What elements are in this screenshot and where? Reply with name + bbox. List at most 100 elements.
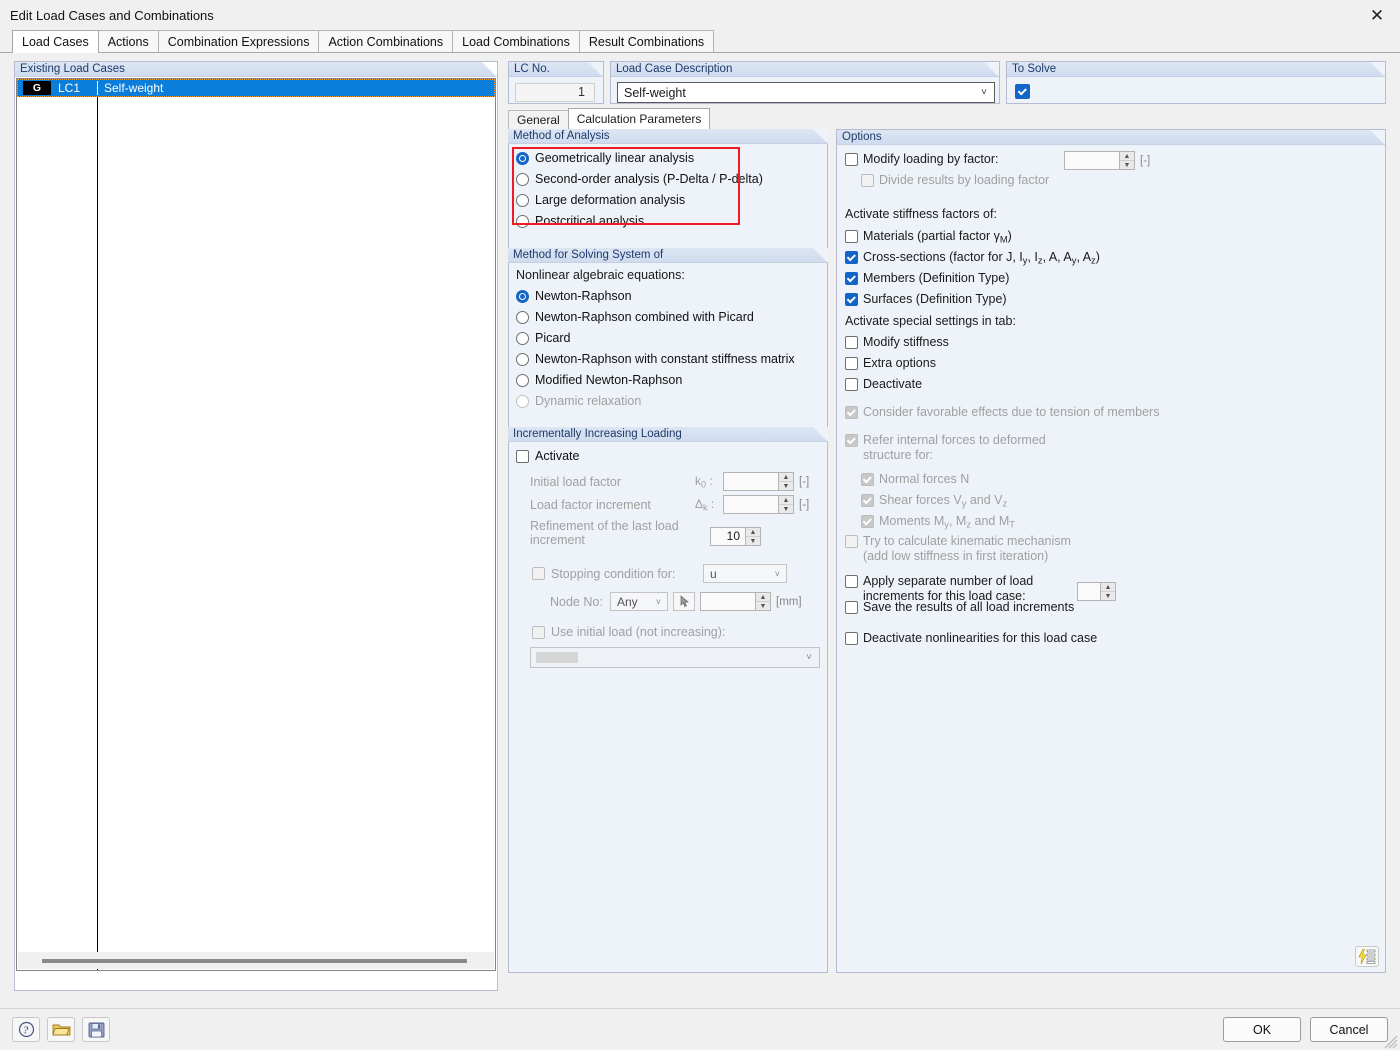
spin-up-icon: ▲ xyxy=(1120,152,1134,161)
radio-geometrically-linear[interactable]: Geometrically linear analysis xyxy=(516,151,763,172)
method-of-analysis-caption: Method of Analysis xyxy=(508,129,828,144)
spin-up-icon: ▲ xyxy=(779,496,793,505)
refinement-spinner[interactable]: 10 ▲ ▼ xyxy=(710,527,761,546)
extra-options-checkbox[interactable] xyxy=(845,356,858,370)
surfaces-checkbox[interactable] xyxy=(845,292,858,306)
modify-stiffness-checkbox[interactable] xyxy=(845,335,858,349)
spin-up-icon: ▲ xyxy=(756,593,770,602)
save-results-label: Save the results of all load increments xyxy=(863,600,1075,614)
existing-load-cases-caption: Existing Load Cases xyxy=(15,62,497,77)
modify-stiffness-label: Modify stiffness xyxy=(863,335,949,349)
resize-grip-icon[interactable] xyxy=(1384,1035,1398,1049)
tab-action-combinations[interactable]: Action Combinations xyxy=(318,30,454,52)
load-case-description-value: Self-weight xyxy=(624,85,686,100)
tab-result-combinations[interactable]: Result Combinations xyxy=(578,30,715,52)
separate-increments-spinner[interactable]: ▲ ▼ xyxy=(1077,582,1116,601)
load-factor-increment-spinner[interactable]: ▲ ▼ xyxy=(723,495,794,514)
radio-label: Second-order analysis (P-Delta / P-delta… xyxy=(535,172,763,186)
modify-loading-value-row: ▲ ▼ [-] xyxy=(1064,151,1150,170)
radio-newton-raphson[interactable]: Newton-Raphson xyxy=(516,289,795,310)
use-initial-load-checkbox[interactable] xyxy=(532,625,545,639)
stiffness-cross-sections-row[interactable]: Cross-sections (factor for J, Iy, Iz, A,… xyxy=(845,250,1100,265)
modify-loading-checkbox[interactable] xyxy=(845,152,858,166)
node-no-combo[interactable]: Any ˅ xyxy=(610,592,668,611)
radio-label: Newton-Raphson with constant stiffness m… xyxy=(535,352,795,366)
lightning-list-icon[interactable] xyxy=(1355,946,1379,967)
horizontal-scrollbar[interactable] xyxy=(18,952,494,969)
table-row[interactable]: G LC1 Self-weight xyxy=(17,79,495,97)
pick-node-icon[interactable] xyxy=(673,592,695,611)
deactivate-checkbox[interactable] xyxy=(845,377,858,391)
radio-label: Large deformation analysis xyxy=(535,193,686,207)
separate-increments-checkbox[interactable] xyxy=(845,575,858,588)
tab-actions[interactable]: Actions xyxy=(97,30,159,52)
radio-postcritical[interactable]: Postcritical analysis xyxy=(516,214,763,235)
incremental-loading-caption: Incrementally Increasing Loading xyxy=(508,427,828,442)
stopping-condition-checkbox[interactable] xyxy=(532,567,545,580)
extra-options-row[interactable]: Extra options xyxy=(845,356,936,370)
tab-load-cases[interactable]: Load Cases xyxy=(12,30,99,53)
cross-sections-checkbox[interactable] xyxy=(845,251,858,265)
radio-label: Newton-Raphson xyxy=(535,289,632,303)
scrollbar-thumb[interactable] xyxy=(42,958,467,963)
modify-loading-spinner[interactable]: ▲ ▼ xyxy=(1064,151,1135,170)
close-icon[interactable]: ✕ xyxy=(1354,0,1400,31)
stiffness-surfaces-row[interactable]: Surfaces (Definition Type) xyxy=(845,292,1007,306)
save-results-checkbox[interactable] xyxy=(845,600,858,614)
deactivate-nonlinearities-checkbox[interactable] xyxy=(845,631,858,645)
use-initial-load-label: Use initial load (not increasing): xyxy=(551,625,726,639)
load-case-description-combo[interactable]: Self-weight ˅ xyxy=(617,82,995,103)
materials-checkbox[interactable] xyxy=(845,230,858,244)
lc-no-field[interactable]: 1 xyxy=(515,83,595,102)
separate-increments-value-row: ▲ ▼ xyxy=(1077,582,1116,603)
shear-forces-checkbox xyxy=(861,494,874,508)
radio-dot-icon xyxy=(516,194,529,207)
cross-sections-label: Cross-sections (factor for J, Iy, Iz, A,… xyxy=(863,250,1100,266)
stiffness-materials-row[interactable]: Materials (partial factor γM) xyxy=(845,229,1012,244)
node-no-value: Any xyxy=(617,594,638,609)
tab-combination-expressions[interactable]: Combination Expressions xyxy=(157,30,320,52)
stopping-condition-row[interactable]: Stopping condition for: u ˅ xyxy=(532,564,822,583)
initial-load-factor-spinner[interactable]: ▲ ▼ xyxy=(723,472,794,491)
radio-large-deformation[interactable]: Large deformation analysis xyxy=(516,193,763,214)
modify-stiffness-row[interactable]: Modify stiffness xyxy=(845,335,949,349)
radio-newton-raphson-picard[interactable]: Newton-Raphson combined with Picard xyxy=(516,310,795,331)
to-solve-caption: To Solve xyxy=(1007,62,1385,77)
members-checkbox[interactable] xyxy=(845,271,858,285)
stopping-condition-value: u xyxy=(710,566,717,581)
load-cases-list[interactable]: G LC1 Self-weight xyxy=(16,78,496,971)
refer-internal-forces-label: Refer internal forces to deformed struct… xyxy=(863,433,1046,462)
save-results-row[interactable]: Save the results of all load increments xyxy=(845,600,1074,614)
help-icon[interactable]: ? xyxy=(12,1017,40,1042)
activate-incremental-loading-row[interactable]: Activate xyxy=(516,449,579,463)
use-initial-load-combo[interactable]: ˅ xyxy=(530,647,820,668)
favorable-effects-row: Consider favorable effects due to tensio… xyxy=(845,405,1159,419)
deactivate-row[interactable]: Deactivate xyxy=(845,377,922,391)
divide-results-row[interactable]: Divide results by loading factor xyxy=(861,173,1049,187)
refinement-row: Refinement of the last load increment 10… xyxy=(530,519,820,547)
stiffness-members-row[interactable]: Members (Definition Type) xyxy=(845,271,1009,285)
tab-load-combinations[interactable]: Load Combinations xyxy=(452,30,580,52)
tab-general[interactable]: General xyxy=(508,110,569,129)
stopping-condition-combo[interactable]: u ˅ xyxy=(703,564,787,583)
initial-load-factor-symbol: k0 : xyxy=(695,473,713,490)
open-folder-icon[interactable] xyxy=(47,1017,75,1042)
radio-second-order[interactable]: Second-order analysis (P-Delta / P-delta… xyxy=(516,172,763,193)
node-no-value-spinner[interactable]: ▲ ▼ xyxy=(700,592,771,611)
activate-checkbox[interactable] xyxy=(516,449,529,463)
load-factor-increment-row: Load factor increment Δk : ▲ ▼ [-] xyxy=(530,495,820,514)
spin-down-icon: ▼ xyxy=(759,602,767,610)
stopping-condition-label: Stopping condition for: xyxy=(551,566,676,581)
cancel-button[interactable]: Cancel xyxy=(1310,1017,1388,1042)
ok-button[interactable]: OK xyxy=(1223,1017,1301,1042)
normal-forces-label: Normal forces N xyxy=(879,472,970,486)
divide-results-checkbox[interactable] xyxy=(861,173,874,187)
save-disk-icon[interactable] xyxy=(82,1017,110,1042)
radio-newton-raphson-constant-stiffness[interactable]: Newton-Raphson with constant stiffness m… xyxy=(516,352,795,373)
deactivate-nonlinearities-row[interactable]: Deactivate nonlinearities for this load … xyxy=(845,631,1097,645)
use-initial-load-row[interactable]: Use initial load (not increasing): xyxy=(532,625,725,639)
radio-modified-newton-raphson[interactable]: Modified Newton-Raphson xyxy=(516,373,795,394)
tab-calculation-parameters[interactable]: Calculation Parameters xyxy=(567,108,711,129)
to-solve-checkbox[interactable] xyxy=(1015,84,1030,99)
radio-picard[interactable]: Picard xyxy=(516,331,795,352)
